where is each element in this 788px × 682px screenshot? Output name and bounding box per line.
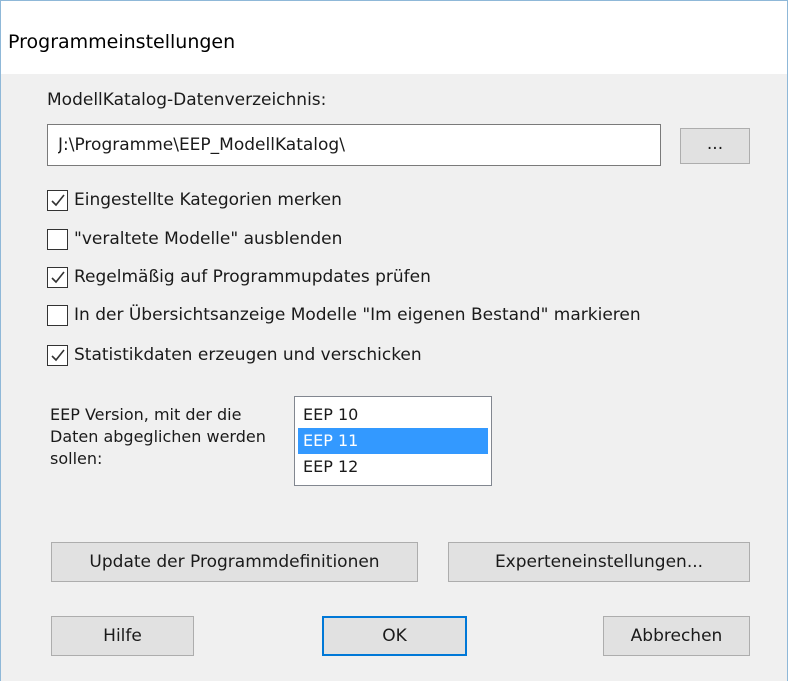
dialog-title: Programmeinstellungen (8, 31, 236, 53)
directory-path-input[interactable] (47, 124, 661, 166)
checkbox-statistics[interactable] (47, 344, 68, 366)
option-hide-outdated[interactable]: "veraltete Modelle" ausblenden (47, 226, 342, 252)
option-label: Regelmäßig auf Programmupdates prüfen (74, 267, 431, 287)
settings-dialog: Programmeinstellungen ModellKatalog-Date… (0, 0, 788, 681)
option-mark-owned[interactable]: In der Übersichtsanzeige Modelle "Im eig… (47, 302, 641, 328)
option-label: "veraltete Modelle" ausblenden (74, 229, 343, 249)
expert-settings-button[interactable]: Experteneinstellungen... (448, 542, 750, 582)
option-remember-categories[interactable]: Eingestellte Kategorien merken (47, 187, 342, 213)
option-label: Statistikdaten erzeugen und verschicken (74, 345, 422, 365)
browse-button[interactable]: ... (680, 128, 750, 164)
version-item-eep12[interactable]: EEP 12 (298, 454, 488, 480)
option-statistics[interactable]: Statistikdaten erzeugen und verschicken (47, 342, 422, 368)
checkmark-icon (51, 349, 65, 361)
checkmark-icon (51, 271, 65, 283)
checkmark-icon (51, 194, 65, 206)
update-definitions-button[interactable]: Update der Programmdefinitionen (51, 542, 418, 582)
ok-button[interactable]: OK (322, 616, 467, 656)
title-bar: Programmeinstellungen (1, 1, 787, 74)
checkbox-check-updates[interactable] (47, 266, 68, 288)
help-button[interactable]: Hilfe (51, 616, 194, 656)
checkbox-hide-outdated[interactable] (47, 228, 68, 250)
cancel-button[interactable]: Abbrechen (603, 616, 750, 656)
version-listbox[interactable]: EEP 10 EEP 11 EEP 12 (294, 396, 492, 486)
version-item-eep10[interactable]: EEP 10 (298, 402, 488, 428)
version-label: EEP Version, mit der die Daten abgeglich… (50, 405, 266, 468)
option-check-updates[interactable]: Regelmäßig auf Programmupdates prüfen (47, 264, 431, 290)
option-label: Eingestellte Kategorien merken (74, 190, 342, 210)
option-label: In der Übersichtsanzeige Modelle "Im eig… (74, 305, 641, 325)
dialog-content: ModellKatalog-Datenverzeichnis: ... Eing… (1, 74, 787, 681)
checkbox-remember-categories[interactable] (47, 189, 68, 211)
checkbox-mark-owned[interactable] (47, 304, 68, 326)
version-item-eep11[interactable]: EEP 11 (298, 428, 488, 454)
directory-label: ModellKatalog-Datenverzeichnis: (47, 90, 327, 110)
